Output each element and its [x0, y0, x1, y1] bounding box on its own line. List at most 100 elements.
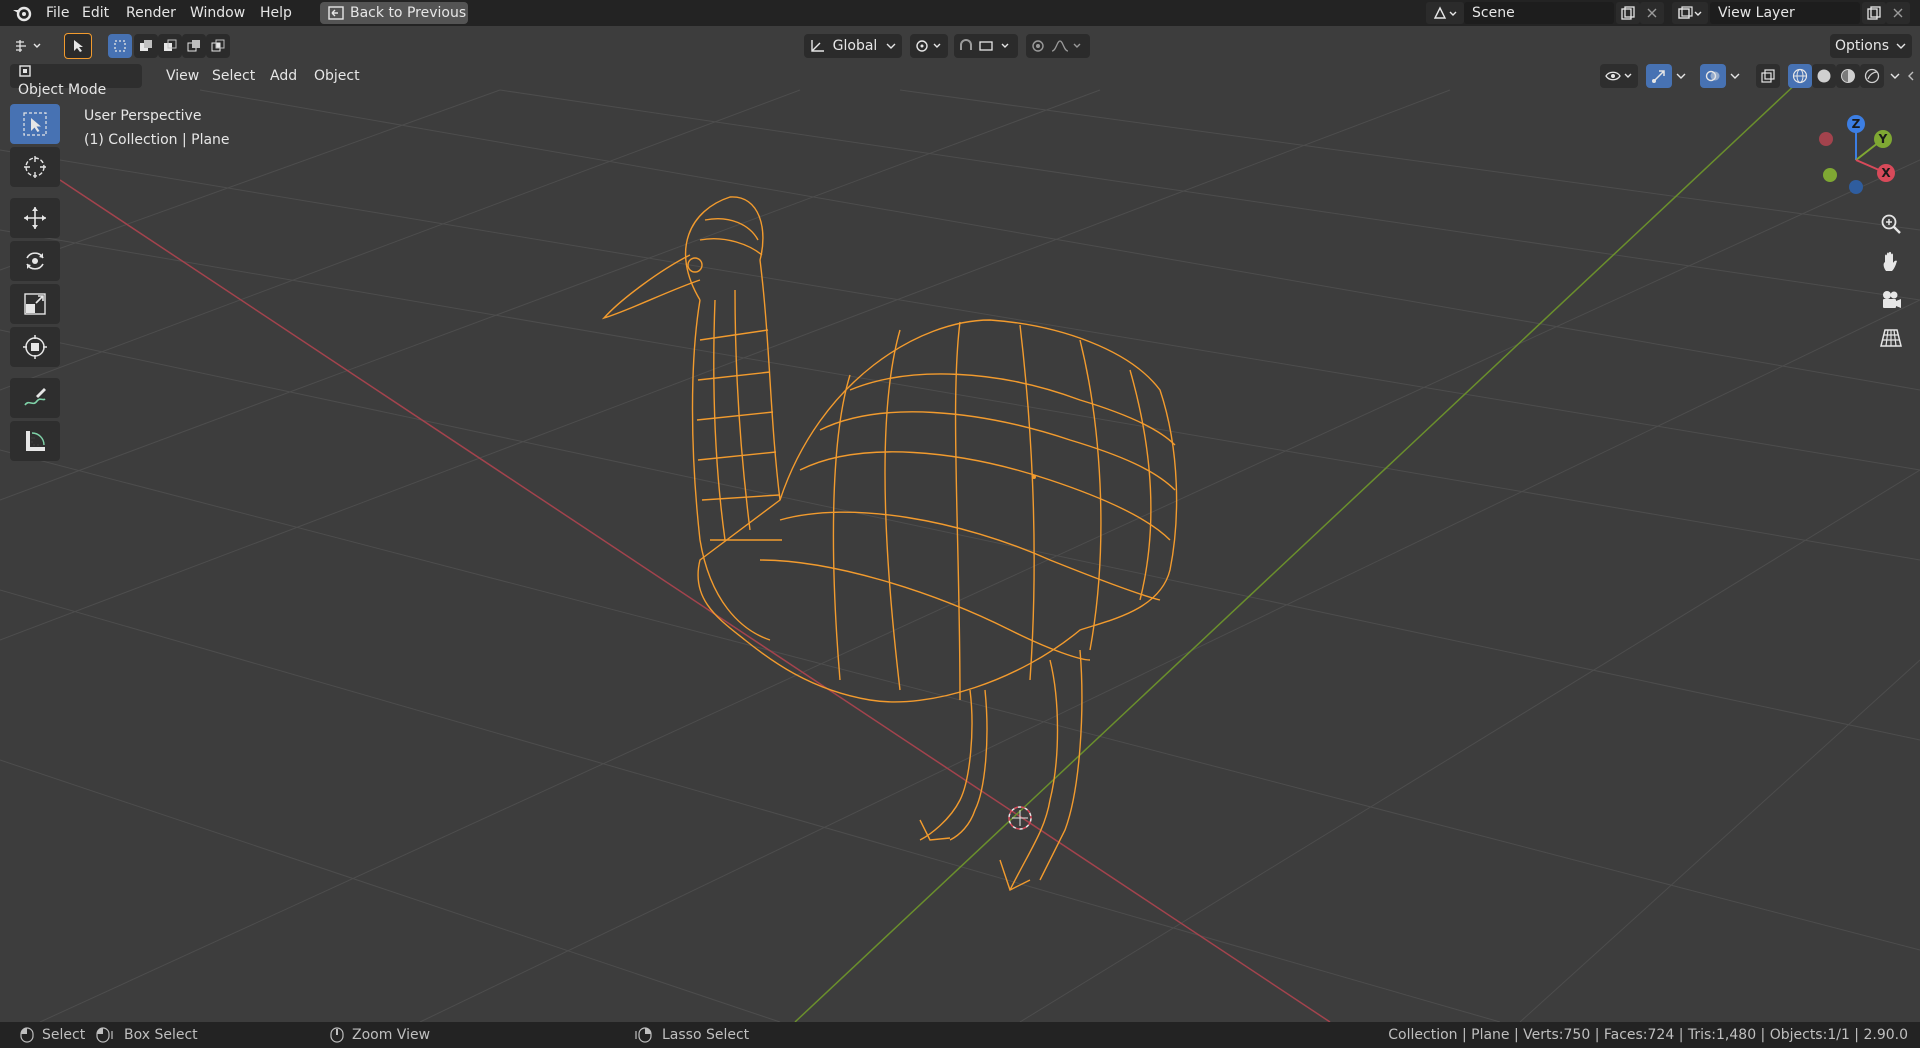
gizmo-x-label: X [1881, 166, 1891, 180]
measure-tool[interactable] [10, 421, 60, 461]
overlays-toggle[interactable] [1700, 64, 1726, 88]
floor-grid [0, 89, 1920, 1023]
gizmo-neg-y-dot[interactable] [1823, 168, 1837, 182]
status-box-select: Box Select [96, 1022, 198, 1048]
rotate-tool[interactable] [10, 241, 60, 281]
select-mode-intersect-button[interactable] [206, 34, 230, 58]
menu-select[interactable]: Select [204, 64, 263, 88]
new-scene-button[interactable] [1616, 2, 1640, 24]
scene-name-field[interactable]: Scene [1464, 2, 1614, 24]
cursor-tool[interactable] [10, 147, 60, 187]
navigation-gizmo[interactable]: Z Y X [1800, 110, 1920, 200]
viewport-canvas[interactable] [0, 0, 1920, 1048]
scene-browse-button[interactable] [1426, 2, 1464, 24]
mouse-drag-icon [96, 1027, 113, 1043]
menu-add[interactable]: Add [262, 64, 305, 88]
gizmo-neg-x[interactable] [1819, 132, 1833, 146]
status-zoom-view: Zoom View [330, 1022, 430, 1048]
transform-tool[interactable] [10, 327, 60, 367]
close-icon [1893, 8, 1903, 18]
mouse-middle-icon [330, 1027, 344, 1043]
options-dropdown[interactable]: Options [1830, 34, 1912, 58]
select-mode-invert-button[interactable] [182, 34, 206, 58]
delete-scene-button[interactable] [1640, 2, 1664, 24]
shading-rendered-button[interactable] [1860, 64, 1884, 88]
view-perspective-label: User Perspective [84, 108, 202, 124]
viewport-header: Object Mode View Select Add Object [0, 64, 1920, 110]
overlays-dropdown[interactable] [1726, 64, 1744, 88]
active-tool-button[interactable] [64, 33, 92, 59]
eye-icon [1605, 71, 1632, 81]
mode-dropdown[interactable]: Object Mode [10, 64, 142, 110]
shading-wireframe-button[interactable] [1788, 64, 1812, 88]
object-origin [1032, 475, 1036, 479]
sidebar-toggle[interactable] [1904, 64, 1918, 88]
mouse-right-icon [635, 1027, 652, 1043]
scale-tool[interactable] [10, 284, 60, 324]
xray-toggle[interactable] [1756, 64, 1780, 88]
top-menu-bar: File Edit Render Window Help Back to Pre… [0, 0, 1920, 26]
menu-edit[interactable]: Edit [76, 3, 115, 23]
new-view-layer-button[interactable] [1862, 2, 1886, 24]
menu-help[interactable]: Help [254, 3, 298, 23]
annotate-tool[interactable] [10, 378, 60, 418]
bird-mesh[interactable] [601, 196, 1178, 891]
camera-view-button[interactable] [1874, 283, 1908, 317]
copy-icon [1621, 6, 1635, 20]
gizmo-neg-z[interactable] [1849, 180, 1863, 194]
visibility-dropdown[interactable] [1600, 64, 1638, 88]
shading-material-button[interactable] [1836, 64, 1860, 88]
zoom-icon [1881, 214, 1901, 234]
proportional-editing-toggle[interactable] [1026, 34, 1090, 58]
move-tool[interactable] [10, 198, 60, 238]
x-axis-line [59, 179, 1331, 1023]
gizmo-toggle[interactable] [1646, 64, 1672, 88]
select-mode-extend-button[interactable] [134, 34, 158, 58]
menu-view[interactable]: View [158, 64, 207, 88]
snap-magnet-icon [960, 39, 1009, 51]
snapping-toggle[interactable] [954, 34, 1018, 58]
chevron-down-icon [1730, 73, 1740, 79]
3d-cursor[interactable] [1008, 806, 1032, 830]
menu-object[interactable]: Object [306, 64, 368, 88]
xray-icon [1761, 69, 1775, 83]
select-mode-new-button[interactable] [108, 34, 132, 58]
rendered-sphere-icon [1864, 68, 1880, 84]
fullscreen-icon [328, 6, 344, 20]
camera-icon [1883, 291, 1901, 308]
shading-dropdown[interactable] [1886, 64, 1904, 88]
select-invert-icon [187, 40, 200, 52]
pan-view-button[interactable] [1874, 245, 1908, 279]
grid-icon [1880, 329, 1902, 347]
back-to-previous-button[interactable]: Back to Previous [320, 2, 468, 24]
select-subtract-icon [164, 39, 177, 51]
view-layer-browse-button[interactable] [1672, 2, 1708, 24]
shading-solid-button[interactable] [1812, 64, 1836, 88]
copy-icon [1867, 6, 1881, 20]
status-lasso-select: Lasso Select [635, 1022, 749, 1048]
select-mode-subtract-button[interactable] [158, 34, 182, 58]
menu-window[interactable]: Window [184, 3, 251, 23]
toggle-perspective-button[interactable] [1874, 321, 1908, 355]
pivot-point-dropdown[interactable] [910, 34, 948, 58]
orientation-icon [810, 40, 824, 52]
editor-type-button[interactable] [10, 34, 48, 58]
gizmo-dropdown[interactable] [1672, 64, 1690, 88]
view-layer-field[interactable]: View Layer [1710, 2, 1860, 24]
status-bar: Select Box Select Zoom View Lasso Select… [0, 1022, 1920, 1048]
toolbar [10, 104, 62, 464]
wireframe-sphere-icon [1792, 68, 1808, 84]
transform-orientation-dropdown[interactable]: Global [804, 34, 902, 58]
blender-logo-icon[interactable] [12, 4, 32, 22]
select-box-tool[interactable] [10, 104, 60, 144]
menu-render[interactable]: Render [120, 3, 182, 23]
zoom-view-button[interactable] [1874, 207, 1908, 241]
cursor-icon [24, 156, 46, 178]
scene-statistics: Collection | Plane | Verts:750 | Faces:7… [1388, 1027, 1908, 1043]
status-box-select-label: Box Select [124, 1027, 198, 1043]
scene-icon [1433, 6, 1457, 19]
menu-file[interactable]: File [40, 3, 75, 23]
select-box-icon [23, 112, 47, 136]
viewport-editor-icon [16, 40, 41, 52]
delete-view-layer-button[interactable] [1886, 2, 1910, 24]
